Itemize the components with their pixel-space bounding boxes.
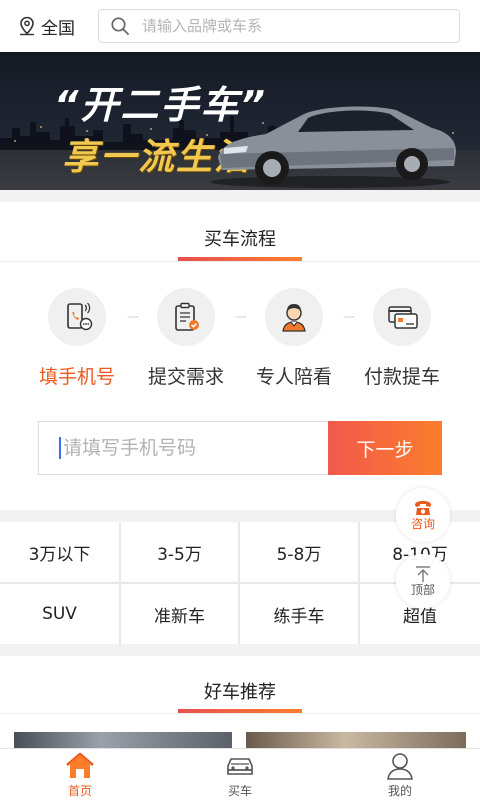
bottom-tab-bar: 首页 买车 我的 — [0, 748, 480, 800]
section-divider — [0, 261, 480, 262]
filter-price-5-8w[interactable]: 5-8万 — [240, 522, 358, 582]
recommend-title: 好车推荐 — [204, 682, 276, 703]
step-label-submit: 提交需求 — [147, 366, 224, 388]
filter-price-3-5w[interactable]: 3-5万 — [121, 522, 238, 582]
step-label-accompany: 专人陪看 — [255, 366, 332, 388]
top-label: 顶部 — [410, 583, 435, 597]
phone-field[interactable] — [38, 421, 328, 475]
car-icon — [227, 758, 253, 775]
promo-banner[interactable]: “开二手车” 享一流生活 — [0, 52, 480, 190]
step-accompany — [265, 288, 323, 346]
filter-practice-car[interactable]: 练手车 — [240, 584, 358, 644]
agent-icon — [282, 304, 306, 332]
phone-input[interactable] — [63, 437, 313, 459]
user-icon — [387, 753, 413, 780]
step-submit — [157, 288, 215, 346]
text-caret — [59, 437, 61, 459]
tab-profile[interactable]: 我的 — [360, 749, 440, 800]
back-to-top-button[interactable]: 顶部 — [396, 554, 450, 608]
arrow-up-icon — [416, 566, 430, 582]
step-label-payment: 付款提车 — [363, 366, 440, 388]
app-root: 全国 “开二手车” 享一流生活 — [0, 0, 480, 800]
car-illustration — [210, 106, 456, 188]
step-arrow-icon — [235, 316, 246, 318]
step-arrow-icon — [343, 316, 354, 318]
buy-process-title: 买车流程 — [204, 229, 276, 250]
location-label: 全国 — [41, 18, 75, 39]
filter-price-under-3w[interactable]: 3万以下 — [0, 522, 119, 582]
consult-float-button[interactable]: 咨询 — [396, 488, 450, 542]
tab-profile-label: 我的 — [387, 784, 412, 798]
search-bar[interactable] — [98, 9, 460, 43]
phone-icon — [67, 302, 93, 331]
location-selector[interactable]: 全国 — [18, 14, 84, 39]
step-arrow-icon — [127, 316, 138, 318]
clipboard-check-icon — [175, 302, 199, 331]
filter-near-new[interactable]: 准新车 — [121, 584, 238, 644]
payment-card-icon — [388, 306, 418, 329]
telephone-icon — [415, 501, 431, 515]
step-payment — [373, 288, 431, 346]
consult-label: 咨询 — [410, 517, 435, 531]
step-phone — [48, 288, 106, 346]
tab-home-label: 首页 — [67, 784, 92, 798]
search-icon — [111, 17, 129, 35]
tab-buy-car-label: 买车 — [227, 784, 252, 798]
top-header: 全国 — [0, 0, 480, 52]
next-step-button[interactable]: 下一步 — [328, 421, 442, 475]
step-label-phone: 填手机号 — [38, 366, 115, 388]
tab-buy-car[interactable]: 买车 — [200, 749, 280, 800]
filter-suv[interactable]: SUV — [0, 584, 119, 644]
tab-home[interactable]: 首页 — [40, 749, 120, 800]
location-pin-icon — [20, 16, 34, 36]
search-input[interactable] — [142, 17, 442, 35]
home-icon — [66, 752, 94, 778]
section-divider — [0, 713, 480, 714]
